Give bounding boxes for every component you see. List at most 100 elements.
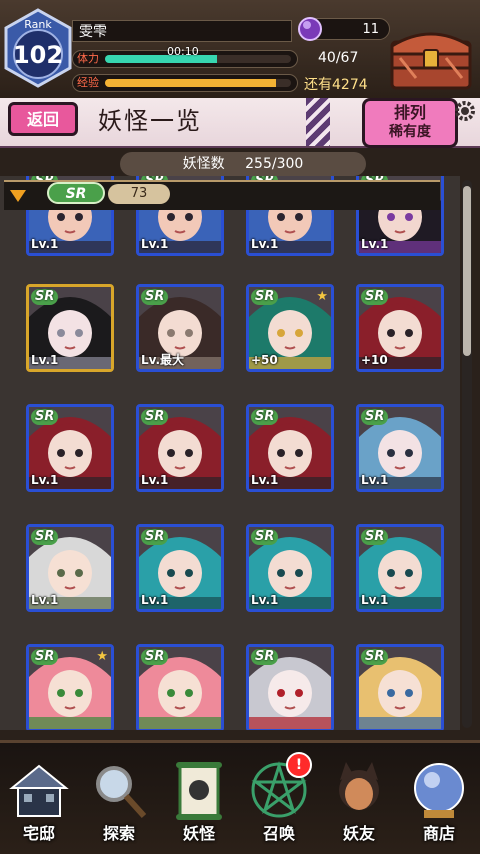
nav-label: 探索 <box>102 824 135 843</box>
group-count: 73 <box>108 184 170 204</box>
nav-button-6[interactable]: 商店 <box>400 760 478 848</box>
exp-label: 经验 <box>77 76 99 89</box>
card-level: Lv.1 <box>251 593 279 607</box>
magnifier-icon <box>96 766 147 819</box>
card-rarity-badge: SR <box>31 289 59 305</box>
star-icon: ★ <box>96 649 108 664</box>
page-title: 妖怪一览 <box>98 107 202 135</box>
card-rarity-badge: SR <box>31 649 59 665</box>
card-level: +10 <box>361 353 388 367</box>
monster-card[interactable]: SR ★ +50 <box>246 284 334 372</box>
player-name: 雯雫 <box>72 20 292 42</box>
card-level: Lv.1 <box>361 473 389 487</box>
rank-badge: Rank 102 <box>4 8 72 88</box>
catgirl-icon <box>339 762 379 810</box>
card-level: Lv.1 <box>31 353 59 367</box>
gem-counter[interactable]: 11 <box>298 17 390 41</box>
card-level: Lv.1 <box>251 237 279 251</box>
rank-label: Rank <box>24 18 52 31</box>
gear-icon <box>455 101 475 121</box>
card-level: Lv.1 <box>251 473 279 487</box>
house-icon <box>9 764 69 817</box>
card-rarity-badge: SR <box>251 289 279 305</box>
sort-current-value: 稀有度 <box>389 124 431 140</box>
group-rarity-text: SR <box>66 186 87 202</box>
monster-card[interactable]: SR Lv.1 <box>26 524 114 612</box>
monster-card[interactable]: SR Lv.1 <box>26 284 114 372</box>
card-rarity-badge: SR <box>251 649 279 665</box>
card-level: Lv.1 <box>141 593 169 607</box>
stamina-label: 体力 <box>77 52 99 65</box>
monster-card[interactable]: SR Lv.1 <box>136 524 224 612</box>
exp-bar: 经验 <box>72 74 298 92</box>
monster-card[interactable]: SR Lv.1 <box>136 404 224 492</box>
nav-label: 宅邸 <box>22 824 55 843</box>
card-rarity-badge: SR <box>251 409 279 425</box>
monster-card[interactable]: SR <box>136 644 224 730</box>
monster-card[interactable]: SR ★ <box>26 644 114 730</box>
card-rarity-badge: SR <box>141 529 169 545</box>
sort-button-label: 排列 <box>393 103 426 122</box>
stamina-timer: 00:10 <box>167 45 199 58</box>
monster-grid[interactable]: SR Lv.1 SR Lv.1 SR Lv.1 SR Lv.1 SR Lv.1 SR Lv.最大 SR ★… <box>0 176 460 730</box>
card-level: Lv.最大 <box>141 353 185 367</box>
stamina-bar: 体力 00:10 <box>72 45 298 68</box>
card-level: Lv.1 <box>141 473 169 487</box>
card-rarity-badge: SR <box>361 649 389 665</box>
gem-count: 11 <box>362 22 379 37</box>
nav-label: 召唤 <box>262 824 295 843</box>
collapse-triangle-icon[interactable] <box>10 190 26 202</box>
card-rarity-badge: SR <box>31 529 59 545</box>
card-rarity-badge: SR <box>141 649 169 665</box>
monster-count-bar: 妖怪数 255/300 <box>120 152 366 176</box>
card-level: Lv.1 <box>31 593 59 607</box>
exp-bar-fill <box>105 79 277 87</box>
nav-button-5[interactable]: 妖友 <box>320 760 398 848</box>
monster-card[interactable]: SR Lv.最大 <box>136 284 224 372</box>
monster-card[interactable]: SR +10 <box>356 284 444 372</box>
card-level: Lv.1 <box>31 237 59 251</box>
exp-value: 还有4274 <box>304 77 368 93</box>
monster-card[interactable]: SR <box>356 644 444 730</box>
card-rarity-badge: SR <box>141 289 169 305</box>
treasure-chest-icon[interactable] <box>388 22 474 92</box>
monster-count-value: 255/300 <box>245 156 304 172</box>
card-rarity-badge: SR <box>251 529 279 545</box>
card-rarity-badge: SR <box>361 289 389 305</box>
monster-card[interactable]: SR Lv.1 <box>246 404 334 492</box>
nav-label: 商店 <box>422 824 455 843</box>
header-decoration <box>306 98 330 146</box>
nav-label: 妖怪 <box>182 824 215 843</box>
back-button[interactable]: 返回 <box>8 102 78 136</box>
stamina-value: 40/67 <box>318 50 359 66</box>
nav-button-3[interactable]: 妖怪 <box>160 760 238 848</box>
card-rarity-badge: SR <box>361 529 389 545</box>
card-level: Lv.1 <box>361 237 389 251</box>
sr-rarity-badge: SR <box>47 182 105 204</box>
nav-label: 妖友 <box>342 824 375 843</box>
card-rarity-badge: SR <box>31 409 59 425</box>
rank-value: 102 <box>13 41 63 69</box>
card-level: Lv.1 <box>31 473 59 487</box>
monster-card[interactable]: SR <box>246 644 334 730</box>
card-level: Lv.1 <box>361 593 389 607</box>
stamina-bar-fill <box>105 55 217 63</box>
card-rarity-badge: SR <box>361 409 389 425</box>
monster-card[interactable]: SR Lv.1 <box>356 404 444 492</box>
monster-card[interactable]: SR Lv.1 <box>26 404 114 492</box>
summon-alert-badge: ! <box>286 752 312 778</box>
sort-button[interactable]: 排列 稀有度 <box>362 98 458 148</box>
star-icon: ★ <box>316 289 328 304</box>
card-level: +50 <box>251 353 278 367</box>
card-rarity-badge: SR <box>141 409 169 425</box>
nav-button-2[interactable]: 探索 <box>80 760 158 848</box>
nav-button-1[interactable]: 宅邸 <box>0 760 78 848</box>
monster-card[interactable]: SR Lv.1 <box>246 524 334 612</box>
monster-card[interactable]: SR Lv.1 <box>356 524 444 612</box>
card-level: Lv.1 <box>141 237 169 251</box>
scroll-icon <box>176 762 222 820</box>
monster-count-label: 妖怪数 <box>182 156 225 172</box>
gem-orb-icon <box>298 17 322 41</box>
scrollbar-thumb[interactable] <box>463 186 471 356</box>
crystal-ball-icon <box>414 763 464 818</box>
